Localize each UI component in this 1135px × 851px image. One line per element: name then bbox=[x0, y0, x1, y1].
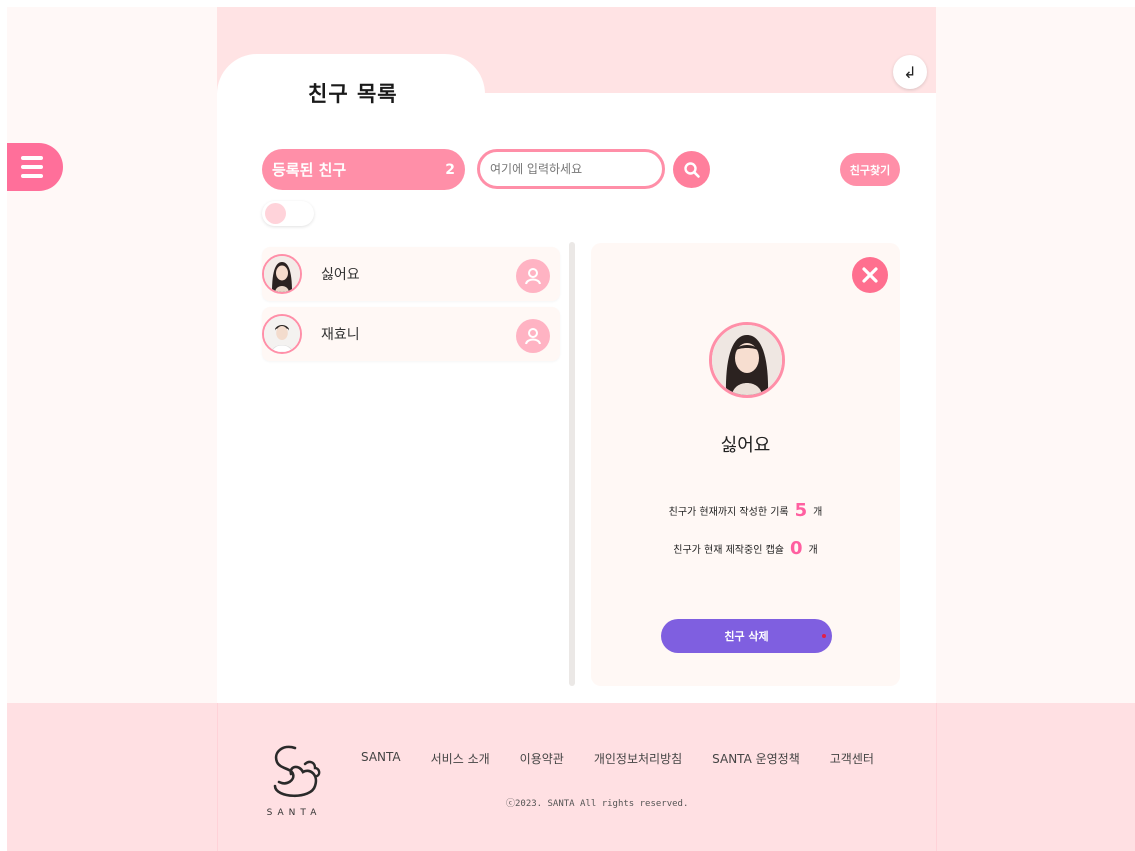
footer-link[interactable]: 고객센터 bbox=[830, 750, 874, 767]
capsules-stat: 친구가 현재 제작중인 캡슐 0 개 bbox=[591, 538, 900, 559]
girl-avatar-icon bbox=[712, 325, 782, 395]
registered-friends-label: 등록된 친구 bbox=[272, 161, 347, 179]
detail-avatar bbox=[709, 322, 785, 398]
footer-link[interactable]: SANTA 운영정책 bbox=[712, 750, 800, 767]
footer-links: SANTA 서비스 소개 이용약관 개인정보처리방침 SANTA 운영정책 고객… bbox=[361, 750, 874, 767]
capsules-count: 0 bbox=[790, 538, 803, 559]
close-button[interactable] bbox=[852, 257, 888, 293]
friend-profile-button[interactable] bbox=[516, 259, 550, 293]
left-background bbox=[7, 7, 217, 703]
santa-logo-icon bbox=[273, 745, 321, 798]
friend-list-item[interactable]: 싫어요 bbox=[262, 247, 560, 301]
records-unit: 개 bbox=[813, 507, 823, 518]
friend-list: 싫어요 재효니 bbox=[262, 247, 560, 367]
back-button[interactable]: ↲ bbox=[893, 55, 927, 89]
search-button[interactable] bbox=[673, 151, 710, 188]
footer-logo[interactable]: SANTA bbox=[262, 742, 326, 822]
search-input[interactable] bbox=[477, 149, 665, 189]
indicator-dot bbox=[822, 634, 826, 638]
footer bbox=[7, 703, 1135, 851]
capsules-label: 친구가 현재 제작중인 캡슐 bbox=[673, 545, 784, 556]
footer-logo-text: SANTA bbox=[266, 808, 322, 818]
menu-button[interactable] bbox=[7, 143, 63, 191]
close-icon bbox=[862, 267, 878, 283]
friend-profile-button[interactable] bbox=[516, 319, 550, 353]
records-count: 5 bbox=[794, 500, 808, 521]
registered-friends-pill[interactable]: 등록된 친구 2 bbox=[262, 149, 465, 190]
boy-avatar-icon bbox=[264, 316, 300, 352]
search-icon bbox=[683, 161, 700, 178]
friend-name: 싫어요 bbox=[321, 267, 360, 283]
user-profile-icon bbox=[525, 268, 541, 285]
back-arrow-icon: ↲ bbox=[903, 62, 917, 82]
toggle-knob bbox=[265, 203, 286, 224]
page-title: 친구 목록 bbox=[308, 82, 398, 106]
footer-link[interactable]: 서비스 소개 bbox=[431, 750, 490, 767]
delete-friend-label: 친구 삭제 bbox=[724, 630, 769, 643]
footer-link[interactable]: 이용약관 bbox=[520, 750, 564, 767]
hamburger-menu-icon bbox=[21, 156, 43, 160]
girl-avatar-icon bbox=[264, 256, 300, 292]
friend-name: 재효니 bbox=[321, 327, 360, 343]
right-background bbox=[936, 7, 1135, 703]
avatar bbox=[262, 254, 302, 294]
detail-friend-name: 싫어요 bbox=[720, 435, 771, 456]
registered-friends-count: 2 bbox=[445, 161, 455, 178]
copyright: ⓒ2023. SANTA All rights reserved. bbox=[506, 799, 689, 809]
scrollbar[interactable] bbox=[569, 242, 575, 686]
footer-link[interactable]: SANTA bbox=[361, 750, 401, 767]
friend-list-item[interactable]: 재효니 bbox=[262, 307, 560, 361]
footer-link[interactable]: 개인정보처리방침 bbox=[594, 750, 682, 767]
find-friend-button[interactable]: 친구찾기 bbox=[840, 153, 900, 186]
user-profile-icon bbox=[525, 328, 541, 345]
toggle-switch[interactable] bbox=[262, 201, 314, 226]
avatar bbox=[262, 314, 302, 354]
records-label: 친구가 현재까지 작성한 기록 bbox=[668, 507, 789, 518]
capsules-unit: 개 bbox=[808, 545, 818, 556]
records-stat: 친구가 현재까지 작성한 기록 5 개 bbox=[591, 500, 900, 521]
delete-friend-button[interactable]: 친구 삭제 bbox=[661, 619, 832, 653]
